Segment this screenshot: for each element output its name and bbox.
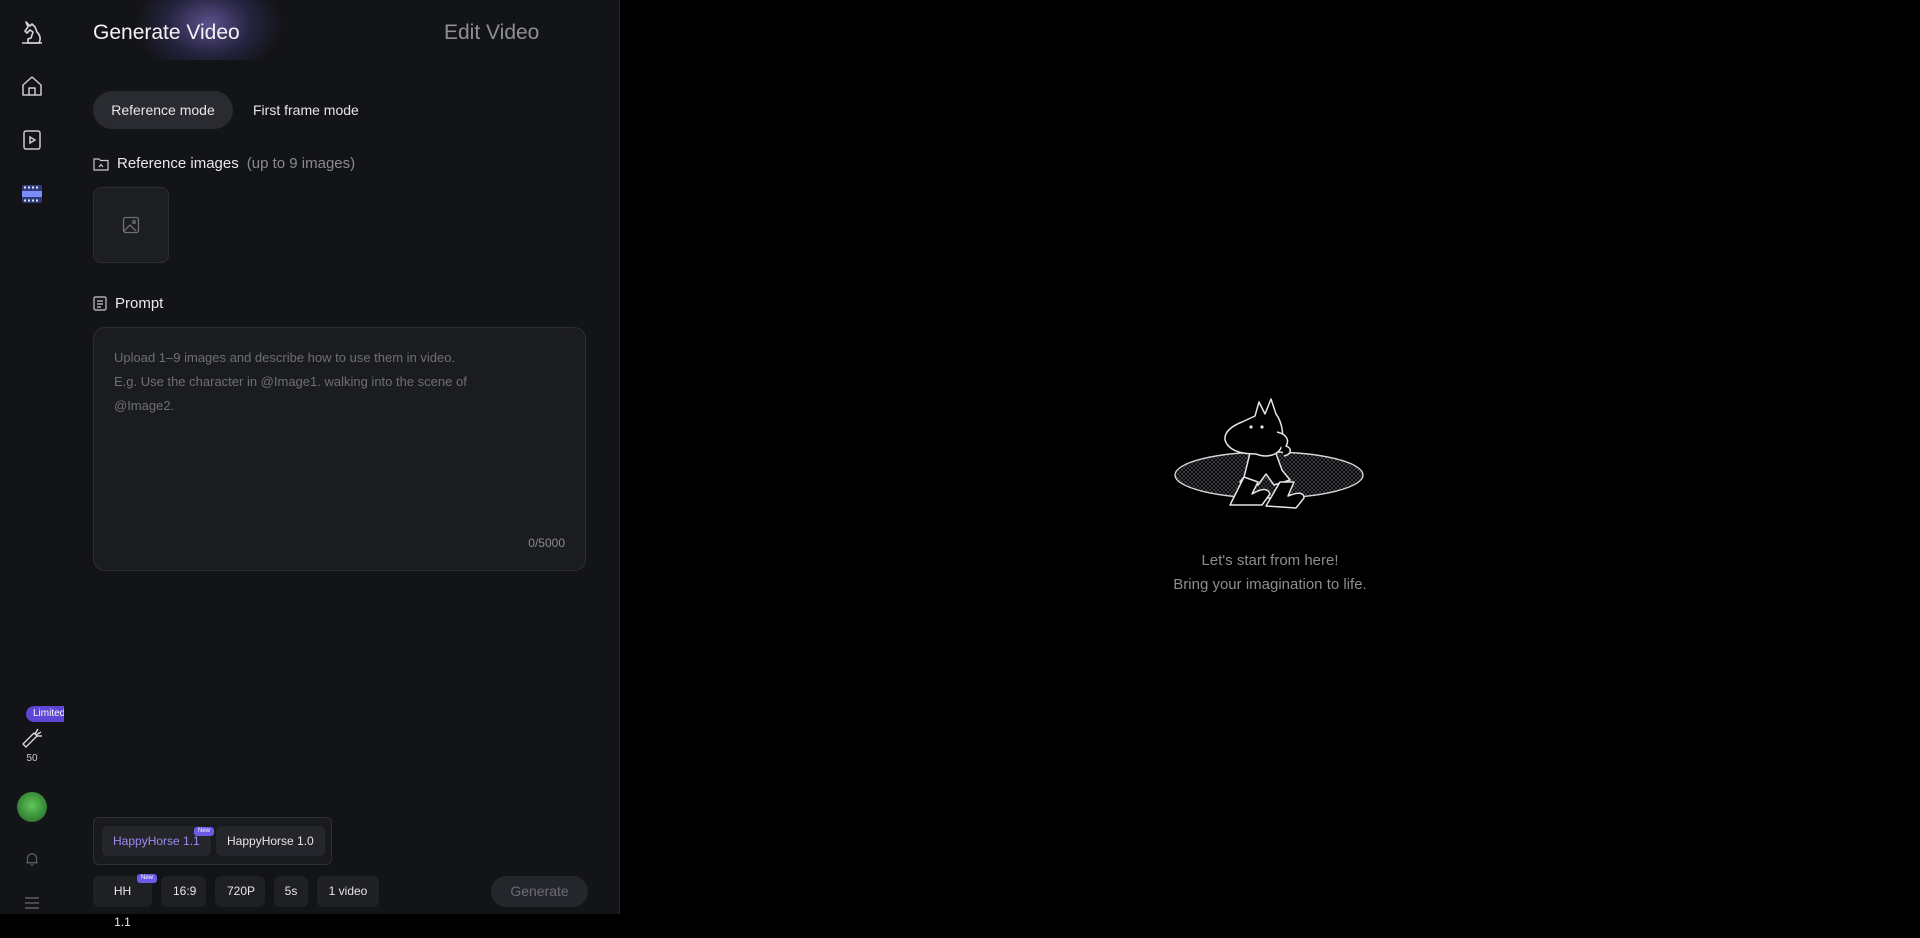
bell-icon[interactable] <box>18 845 46 873</box>
model-label: HappyHorse 1.1 <box>113 834 200 848</box>
reference-images-header: Reference images (up to 9 images) <box>93 155 355 172</box>
menu-icon[interactable] <box>18 889 46 917</box>
placeholder-line-1: Upload 1–9 images and describe how to us… <box>114 350 456 365</box>
panel-divider <box>619 0 620 914</box>
carrot-credits-icon[interactable] <box>18 724 46 752</box>
new-badge: New <box>194 827 215 836</box>
credits-count: 50 <box>26 753 38 764</box>
first-frame-mode-button[interactable]: First frame mode <box>253 91 359 129</box>
model-option-happyhorse-1-0[interactable]: HappyHorse 1.0 <box>216 826 325 856</box>
prompt-placeholder: Upload 1–9 images and describe how to us… <box>114 346 534 418</box>
duration-select[interactable]: 5s <box>274 876 308 907</box>
folder-image-icon <box>93 157 109 171</box>
prompt-title: Prompt <box>115 295 164 312</box>
reference-images-title: Reference images <box>117 155 239 172</box>
left-rail: Limited $1 50 <box>0 0 87 917</box>
generate-button[interactable]: Generate <box>491 876 588 907</box>
new-badge: New <box>137 874 158 883</box>
reference-image-upload[interactable] <box>93 187 169 263</box>
home-icon[interactable] <box>18 72 46 100</box>
model-selector: HappyHorse 1.1 New HappyHorse 1.0 <box>93 817 332 865</box>
placeholder-line-3: @Image2. <box>114 398 175 413</box>
tab-edit-video[interactable]: Edit Video <box>444 21 539 45</box>
logo-horse-icon[interactable] <box>18 19 46 47</box>
character-counter: 0/5000 <box>528 536 565 550</box>
reference-mode-button[interactable]: Reference mode <box>93 91 233 129</box>
document-icon <box>93 296 107 311</box>
empty-state-illustration <box>1170 370 1370 520</box>
empty-state-title: Let's start from here! <box>1201 552 1339 569</box>
avatar[interactable] <box>17 792 47 822</box>
image-placeholder-icon <box>122 216 140 234</box>
video-count-select[interactable]: 1 video <box>317 876 379 907</box>
prompt-header: Prompt <box>93 295 163 312</box>
tab-generate-video[interactable]: Generate Video <box>93 21 240 45</box>
aspect-ratio-select[interactable]: 16:9 <box>161 876 206 907</box>
film-gallery-icon[interactable] <box>18 180 46 208</box>
placeholder-line-2: E.g. Use the character in @Image1. walki… <box>114 374 467 389</box>
empty-state-subtitle: Bring your imagination to life. <box>1173 576 1367 593</box>
video-library-icon[interactable] <box>18 126 46 154</box>
reference-images-hint: (up to 9 images) <box>246 155 356 172</box>
prompt-input[interactable]: Upload 1–9 images and describe how to us… <box>93 327 586 571</box>
resolution-select[interactable]: 720P <box>215 876 265 907</box>
